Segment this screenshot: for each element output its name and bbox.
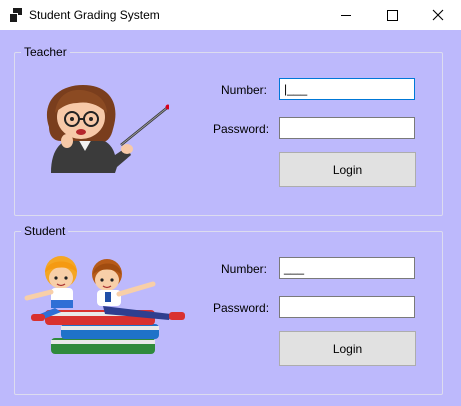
- teacher-group-legend: Teacher: [21, 45, 70, 59]
- maximize-button[interactable]: [369, 0, 415, 30]
- close-icon: [432, 9, 444, 21]
- minimize-button[interactable]: [323, 0, 369, 30]
- students-illustration: [24, 256, 185, 354]
- teacher-number-label: Number:: [221, 83, 268, 97]
- maximize-icon: [386, 9, 398, 21]
- student-password-label: Password:: [213, 301, 270, 315]
- student-number-input[interactable]: ___: [279, 257, 415, 279]
- teacher-password-input[interactable]: [279, 117, 415, 139]
- minimize-icon: [341, 14, 351, 16]
- student-number-label: Number:: [221, 262, 268, 276]
- teacher-password-label: Password:: [213, 122, 270, 136]
- app-icon: [9, 8, 22, 23]
- teacher-login-button[interactable]: Login: [279, 152, 416, 187]
- window-title: Student Grading System: [29, 8, 160, 22]
- student-password-input[interactable]: [279, 296, 415, 318]
- teacher-illustration: [46, 85, 169, 173]
- teacher-number-input[interactable]: |___: [279, 78, 415, 100]
- main-window: Student Grading System Teacher Number: |…: [0, 0, 461, 406]
- close-button[interactable]: [415, 0, 461, 30]
- teacher-group: Teacher Number: |___ Password: Login: [14, 45, 443, 216]
- title-bar[interactable]: Student Grading System: [0, 0, 461, 30]
- student-group: Student Number: ___ Password: Login: [14, 224, 443, 395]
- student-login-button[interactable]: Login: [279, 331, 416, 366]
- student-group-legend: Student: [21, 224, 69, 238]
